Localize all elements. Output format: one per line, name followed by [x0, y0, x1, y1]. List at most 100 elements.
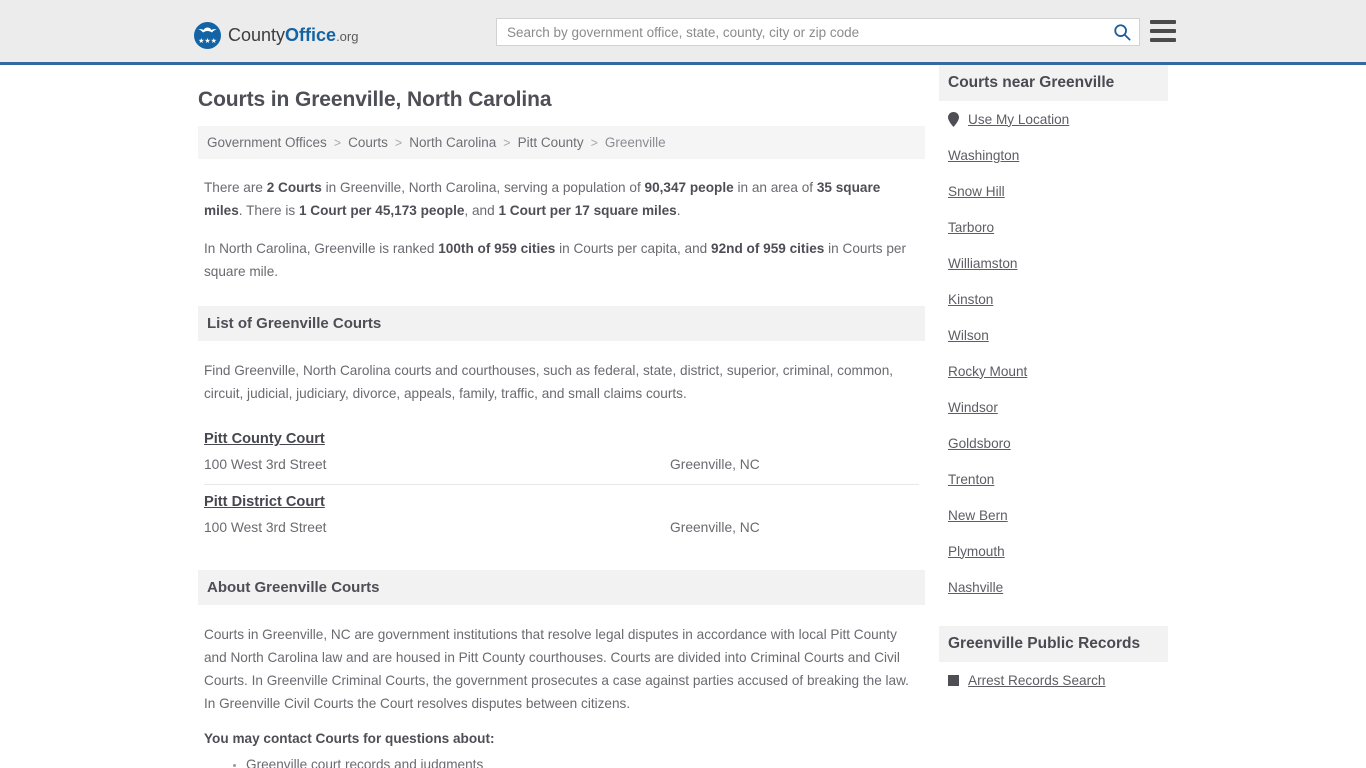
breadcrumb-link-pitt-county[interactable]: Pitt County	[518, 135, 584, 150]
public-records-header: Greenville Public Records	[939, 626, 1168, 662]
stat-text: , and	[464, 203, 499, 218]
logo-text-part2: Office	[285, 24, 337, 45]
about-section-body: Courts in Greenville, NC are government …	[198, 623, 925, 768]
contact-topics-list: Greenville court records and judgmentsLa…	[204, 755, 919, 768]
search-input[interactable]	[497, 19, 1105, 45]
nearby-city-item[interactable]: New Bern	[948, 497, 1159, 533]
about-section-header: About Greenville Courts	[198, 570, 925, 605]
nearby-city-item[interactable]: Kinston	[948, 281, 1159, 317]
stars-icon: ★★★	[198, 38, 217, 45]
court-row: Pitt District Court 100 West 3rd Street Gr…	[204, 485, 919, 547]
list-section-description: Find Greenville, North Carolina courts a…	[204, 363, 894, 401]
nearby-city-link-new-bern[interactable]: New Bern	[948, 508, 1008, 523]
list-section-body: Find Greenville, North Carolina courts a…	[198, 359, 925, 547]
logo-text-part1: County	[228, 24, 286, 45]
nearby-city-link-nashville[interactable]: Nashville	[948, 580, 1003, 595]
court-city: Greenville, NC	[670, 457, 760, 472]
stat-text: . There is	[238, 203, 299, 218]
page-body: Courts in Greenville, North Carolina Gov…	[0, 65, 1366, 768]
statistics-paragraph-1: There are 2 Courts in Greenville, North …	[204, 176, 910, 222]
nearby-city-item[interactable]: Plymouth	[948, 533, 1159, 569]
court-row: Pitt County Court 100 West 3rd Street Gree…	[204, 422, 919, 485]
site-header: ★★★ CountyOffice.org	[0, 0, 1366, 65]
nearby-city-item[interactable]: Windsor	[948, 389, 1159, 425]
menu-bar-1	[1150, 20, 1176, 24]
public-record-link[interactable]: Arrest Records Search	[968, 673, 1106, 688]
nearby-city-item[interactable]: Washington	[948, 137, 1159, 173]
about-paragraph: Courts in Greenville, NC are government …	[204, 627, 909, 711]
court-address: 100 West 3rd Street	[204, 457, 327, 472]
use-my-location-link[interactable]: Use My Location	[968, 112, 1069, 127]
site-logo[interactable]: ★★★ CountyOffice.org	[194, 22, 358, 49]
nearby-city-link-tarboro[interactable]: Tarboro	[948, 220, 994, 235]
nearby-city-item[interactable]: Goldsboro	[948, 425, 1159, 461]
nearby-city-item[interactable]: Trenton	[948, 461, 1159, 497]
court-detail: 100 West 3rd Street Greenville, NC	[204, 518, 919, 538]
court-name-link[interactable]: Pitt District Court	[204, 491, 325, 513]
menu-bar-3	[1150, 38, 1176, 42]
court-list: Pitt County Court 100 West 3rd Street Gree…	[204, 422, 919, 547]
public-records-list: Arrest Records Search	[939, 662, 1168, 698]
nearby-city-link-wilson[interactable]: Wilson	[948, 328, 989, 343]
nearby-city-item[interactable]: Nashville	[948, 569, 1159, 605]
nearby-city-link-windsor[interactable]: Windsor	[948, 400, 998, 415]
hamburger-menu-icon[interactable]	[1150, 20, 1176, 42]
nearby-city-link-williamston[interactable]: Williamston	[948, 256, 1018, 271]
main-content: Courts in Greenville, North Carolina Gov…	[198, 65, 925, 768]
contact-topic-item: Greenville court records and judgments	[246, 755, 919, 768]
list-section-title: List of Greenville Courts	[207, 315, 382, 332]
stat-text: There are	[204, 180, 267, 195]
breadcrumb-link-courts[interactable]: Courts	[348, 135, 388, 150]
search-button[interactable]	[1105, 19, 1139, 45]
breadcrumb-link-north-carolina[interactable]: North Carolina	[409, 135, 496, 150]
stat-highlight: 100th of 959 cities	[438, 241, 556, 256]
court-city: Greenville, NC	[670, 520, 760, 535]
stat-text: in an area of	[733, 180, 817, 195]
stat-text: in Courts per capita, and	[555, 241, 712, 256]
breadcrumb-separator: >	[503, 135, 511, 150]
logo-text: CountyOffice.org	[228, 26, 358, 46]
stat-highlight: 90,347 people	[644, 180, 734, 195]
nearby-section-header: Courts near Greenville	[939, 65, 1168, 101]
breadcrumb-separator: >	[394, 135, 403, 150]
nearby-city-link-plymouth[interactable]: Plymouth	[948, 544, 1005, 559]
court-name-link[interactable]: Pitt County Court	[204, 428, 325, 450]
public-record-item[interactable]: Arrest Records Search	[948, 662, 1159, 698]
nearby-city-link-goldsboro[interactable]: Goldsboro	[948, 436, 1011, 451]
nearby-city-link-trenton[interactable]: Trenton	[948, 472, 994, 487]
stat-highlight: 2 Courts	[266, 180, 322, 195]
court-address: 100 West 3rd Street	[204, 520, 327, 535]
breadcrumb-link-government-offices[interactable]: Government Offices	[207, 135, 327, 150]
public-records-block: Greenville Public Records Arrest Records…	[939, 626, 1168, 698]
breadcrumb-separator: >	[590, 135, 598, 150]
nearby-city-item[interactable]: Rocky Mount	[948, 353, 1159, 389]
sidebar: Courts near Greenville Use My Location Wa…	[939, 65, 1168, 698]
stat-highlight: 92nd of 959 cities	[711, 241, 825, 256]
stat-text: In North Carolina, Greenville is ranked	[204, 241, 439, 256]
court-detail: 100 West 3rd Street Greenville, NC	[204, 455, 919, 475]
nearby-city-item[interactable]: Williamston	[948, 245, 1159, 281]
nearby-section-title: Courts near Greenville	[948, 74, 1115, 91]
menu-bar-2	[1150, 29, 1176, 33]
breadcrumb-current: Greenville	[604, 135, 666, 150]
nearby-city-link-rocky-mount[interactable]: Rocky Mount	[948, 364, 1027, 379]
stat-highlight: 1 Court per 45,173 people	[298, 203, 465, 218]
statistics-paragraph-2: In North Carolina, Greenville is ranked …	[204, 237, 910, 283]
contact-lead: You may contact Courts for questions abo…	[204, 731, 495, 746]
list-section-header: List of Greenville Courts	[198, 306, 925, 341]
nearby-city-link-kinston[interactable]: Kinston	[948, 292, 993, 307]
nearby-city-link-washington[interactable]: Washington	[948, 148, 1019, 163]
nearby-list: Use My Location Washington Snow Hill Tarbor…	[939, 101, 1168, 605]
nearby-city-link-snow-hill[interactable]: Snow Hill	[948, 184, 1005, 199]
breadcrumb-separator: >	[333, 135, 342, 150]
stat-text: .	[676, 203, 681, 218]
square-bullet-icon	[948, 674, 959, 686]
nearby-city-item[interactable]: Tarboro	[948, 209, 1159, 245]
nearby-city-item[interactable]: Wilson	[948, 317, 1159, 353]
search-bar[interactable]	[496, 18, 1140, 46]
logo-text-part3: .org	[336, 28, 359, 44]
use-my-location-item[interactable]: Use My Location	[948, 101, 1159, 137]
map-pin-icon	[948, 111, 959, 127]
stat-highlight: 1 Court per 17 square miles	[498, 203, 677, 218]
nearby-city-item[interactable]: Snow Hill	[948, 173, 1159, 209]
